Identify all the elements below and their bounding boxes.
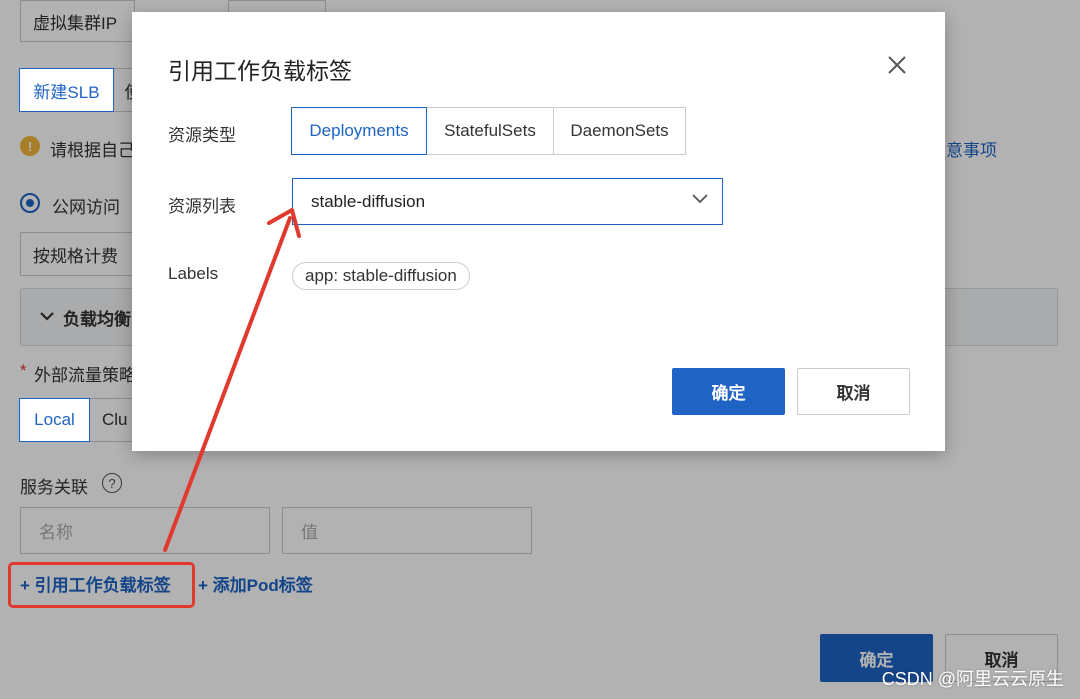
policy-local-button[interactable]: Local: [19, 398, 90, 442]
resource-type-deployments-label: Deployments: [309, 121, 409, 140]
watermark: CSDN @阿里云云原生: [881, 669, 1064, 689]
annotation-arrow: [163, 208, 301, 552]
new-slb-label: 新建SLB: [33, 82, 100, 102]
new-slb-button[interactable]: 新建SLB: [19, 68, 114, 112]
policy-local-label: Local: [34, 410, 75, 429]
resource-type-deployments[interactable]: Deployments: [291, 107, 427, 155]
